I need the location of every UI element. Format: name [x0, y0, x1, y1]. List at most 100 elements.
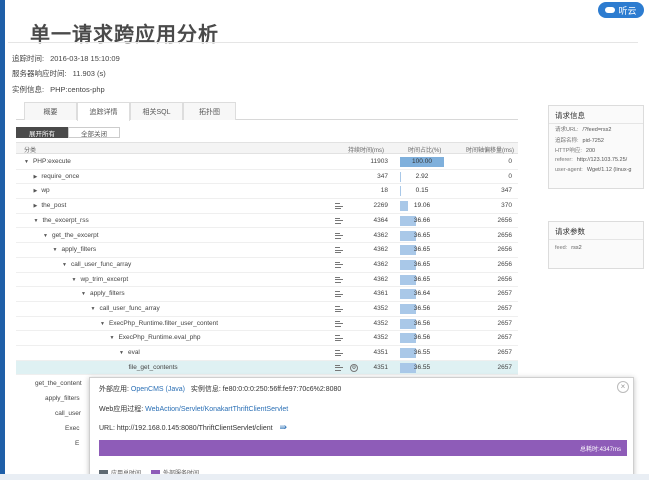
collapse-toggle-icon[interactable]: ▼ [72, 277, 77, 283]
external-app-label: 外部应用: [99, 386, 129, 393]
method-label: call_user_func_array [99, 305, 160, 312]
link-arrow-icon[interactable]: ⇛ [280, 422, 288, 433]
timeline-offset: 2657 [497, 349, 512, 357]
time-percent-cell: 36.56 [400, 318, 444, 329]
table-row[interactable]: ▼ call_user_func_array 4352 36.56 2657 [16, 302, 518, 317]
method-name: ▼ wp_trim_excerpt [72, 276, 129, 283]
stack-detail-icon[interactable] [335, 364, 343, 371]
method-name: ▼ PHP:execute [24, 158, 71, 165]
time-percent-value: 36.56 [413, 319, 431, 327]
web-process-label: Web应用过程: [99, 406, 144, 413]
collapse-toggle-icon[interactable]: ▼ [100, 321, 105, 327]
collapse-toggle-icon[interactable]: ▼ [119, 350, 124, 356]
stack-detail-icon[interactable] [335, 306, 343, 312]
method-label: PHP:execute [32, 158, 71, 165]
timeline-offset: 2657 [497, 319, 512, 327]
table-row[interactable]: ▼ call_user_func_array 4362 36.65 2656 [16, 258, 518, 273]
collapse-toggle-icon[interactable]: ▼ [110, 335, 115, 341]
collapse-toggle-icon[interactable]: ▼ [53, 247, 58, 253]
stack-detail-icon[interactable] [335, 320, 343, 327]
method-label: the_excerpt_rss [42, 216, 89, 224]
table-row[interactable]: ▼ eval 4351 36.55 2657 [16, 346, 518, 361]
method-name: ▼ get_the_excerpt [43, 232, 99, 239]
time-percent-cell: 36.65 [400, 230, 444, 241]
duration-ms: 4352 [373, 334, 388, 342]
tab-topology[interactable]: 拓扑图 [183, 102, 236, 120]
partial-row-1: get_the_content [35, 380, 82, 387]
close-icon[interactable]: × [617, 381, 629, 393]
collapse-toggle-icon[interactable]: ▼ [91, 306, 96, 312]
table-row[interactable]: ▼ wp_trim_excerpt 4362 36.65 2656 [16, 273, 518, 288]
method-name: ▼ call_user_func_array [62, 261, 131, 268]
collapse-toggle-icon[interactable]: ▼ [81, 291, 86, 297]
table-row[interactable]: ▶ require_once 347 2.92 0 [16, 170, 518, 185]
time-percent-value: 36.55 [413, 363, 431, 371]
stack-detail-icon[interactable] [335, 232, 343, 239]
table-row[interactable]: ▼ the_excerpt_rss 4364 36.66 2656 [16, 214, 518, 229]
duration-ms: 4362 [373, 275, 388, 283]
table-row[interactable]: ▼ apply_filters 4361 36.64 2657 [16, 287, 518, 302]
stack-detail-icon[interactable] [335, 217, 343, 224]
table-row[interactable]: file_get_contents ⚙ 4351 36.55 2657 [16, 360, 518, 376]
duration-ms: 18 [380, 187, 388, 195]
expand-toggle-icon[interactable]: ▶ [34, 188, 38, 194]
stack-detail-icon[interactable] [335, 247, 343, 254]
request-params-panel: 请求参数 feed: rss2 [548, 221, 644, 269]
method-label: ExecPhp_Runtime.filter_user_content [108, 319, 219, 327]
instance-label: 实例信息: [190, 386, 221, 393]
collapse-toggle-icon[interactable]: ▼ [43, 233, 48, 239]
request-url: 请求URL:/?feed=rss2 [555, 127, 612, 133]
stack-detail-icon[interactable] [335, 335, 343, 342]
time-percent-value: 36.56 [413, 305, 431, 312]
param-feed: feed: rss2 [555, 245, 582, 251]
response-time-value: 11.903 (s) [72, 69, 106, 78]
collapse-all-button[interactable]: 全部关闭 [68, 127, 120, 138]
url-label: URL: [99, 425, 115, 432]
collapse-toggle-icon[interactable]: ▼ [24, 159, 29, 165]
duration-ms: 4364 [373, 216, 388, 224]
tingyun-logo[interactable]: 听云 [598, 2, 644, 18]
stack-detail-icon[interactable] [335, 291, 343, 298]
expand-toggle-icon[interactable]: ▶ [34, 174, 38, 180]
stack-detail-icon[interactable] [335, 276, 343, 283]
method-name: ▶ wp [34, 187, 50, 194]
timeline-offset: 347 [501, 187, 512, 195]
external-app-value[interactable]: OpenCMS (Java) [131, 386, 185, 393]
duration-ms: 4362 [373, 260, 388, 268]
web-process-value[interactable]: WebAction/Servlet/KonakartThriftClientSe… [145, 406, 288, 413]
web-process-line: Web应用过程: WebAction/Servlet/KonakartThrif… [99, 404, 288, 414]
stack-detail-icon[interactable] [335, 261, 343, 268]
stack-detail-icon[interactable] [335, 203, 343, 210]
method-label: ExecPhp_Runtime.eval_php [118, 334, 201, 342]
collapse-toggle-icon[interactable]: ▼ [34, 218, 39, 224]
time-percent-cell: 36.56 [400, 304, 444, 314]
table-row[interactable]: ▼ apply_filters 4362 36.65 2656 [16, 243, 518, 258]
table-row[interactable]: ▼ PHP:execute 11903 100.00 0 [16, 155, 518, 170]
external-app-line: 外部应用: OpenCMS (Java) 实例信息: fe80:0:0:0:25… [99, 384, 341, 394]
instance-value: PHP:centos-php [50, 85, 105, 94]
duration-ms: 4362 [373, 246, 388, 254]
tab-overview[interactable]: 概要 [24, 102, 77, 120]
time-percent-cell: 36.64 [400, 289, 444, 300]
table-row[interactable]: ▶ the_post 2269 19.06 370 [16, 199, 518, 214]
table-row[interactable]: ▼ ExecPhp_Runtime.filter_user_content 4352… [16, 317, 518, 332]
header-outer: 时间轴偏移量(ms) [466, 148, 514, 154]
collapse-toggle-icon[interactable]: ▼ [62, 262, 67, 268]
method-label: file_get_contents [128, 363, 178, 371]
method-label: require_once [41, 172, 80, 180]
duration-ms: 4351 [373, 363, 388, 371]
tab-trace-detail[interactable]: 追踪详情 [77, 102, 130, 121]
expand-all-button[interactable]: 展开所有 [16, 127, 68, 138]
duration-ms: 347 [377, 172, 388, 180]
time-percent-cell: 36.55 [400, 348, 444, 359]
table-row[interactable]: ▼ ExecPhp_Runtime.eval_php 4352 36.56 2657 [16, 331, 518, 347]
tab-related-sql[interactable]: 相关SQL [130, 102, 183, 120]
trace-name: 追踪名称: pid-7252 [555, 137, 604, 144]
stack-detail-icon[interactable] [335, 350, 343, 357]
method-name: file_get_contents [129, 364, 178, 371]
table-row[interactable]: ▼ get_the_excerpt 4362 36.65 2656 [16, 229, 518, 244]
expand-toggle-icon[interactable]: ▶ [34, 203, 38, 209]
table-row[interactable]: ▶ wp 18 0.15 347 [16, 184, 518, 200]
method-name: ▼ eval [119, 349, 140, 356]
method-label: wp [41, 187, 50, 195]
